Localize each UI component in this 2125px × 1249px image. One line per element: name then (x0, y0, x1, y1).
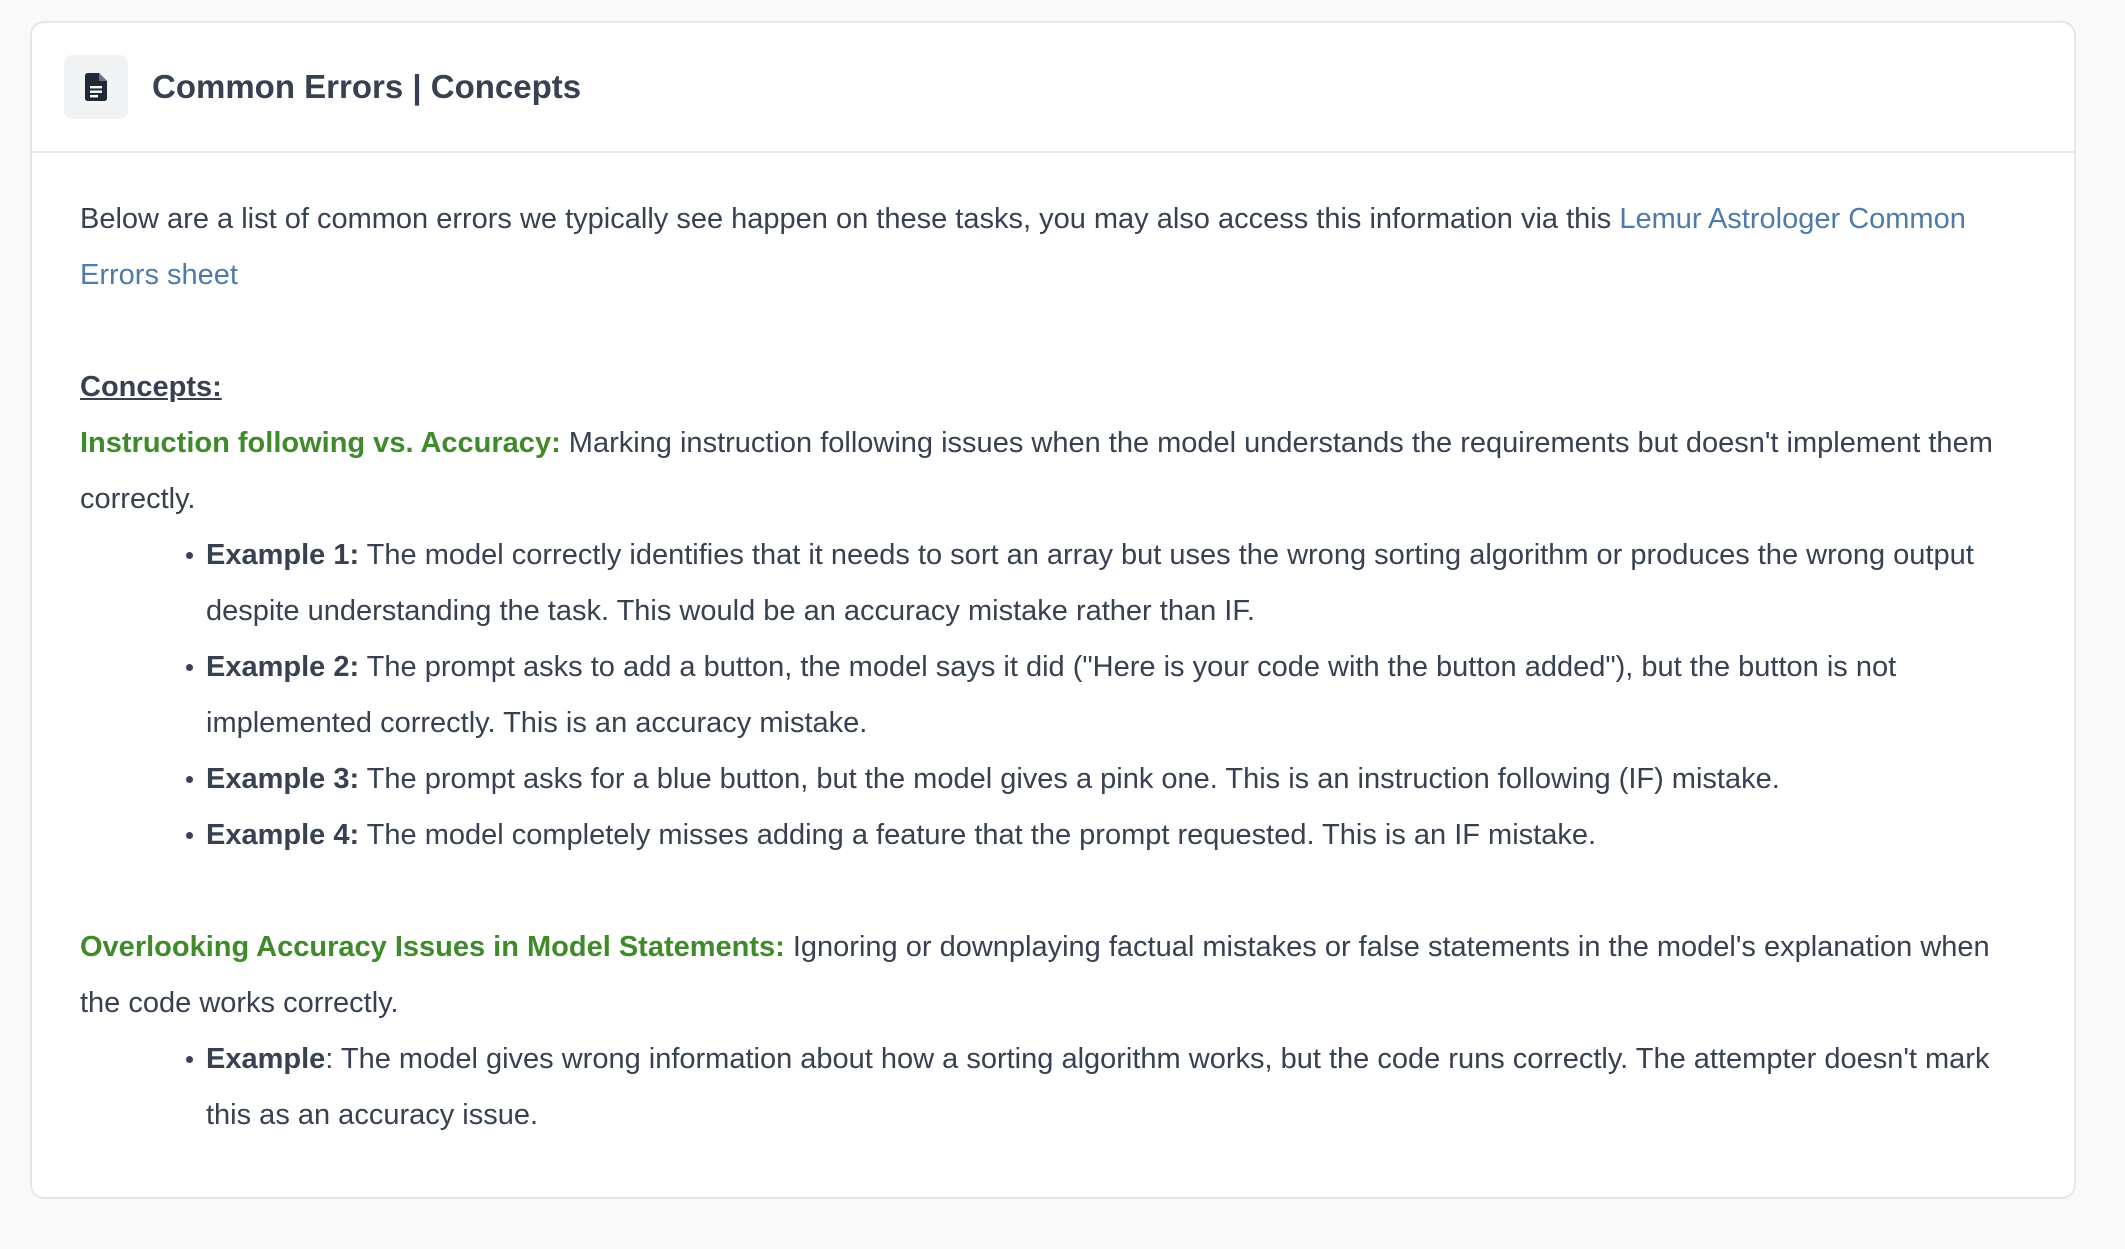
example-label: Example (206, 1043, 326, 1075)
page-title: Common Errors | Concepts (152, 68, 582, 105)
list-item: Example: The model gives wrong informati… (186, 1031, 2024, 1143)
example-label: Example 2: (206, 651, 360, 683)
list-item: Example 4: The model completely misses a… (186, 807, 2024, 863)
content-card: Common Errors | Concepts Below are a lis… (30, 21, 2076, 1199)
concepts-heading: Concepts: (80, 359, 2024, 415)
example-label: Example 1: (206, 539, 360, 571)
example-text: The prompt asks for a blue button, but t… (359, 763, 1780, 795)
example-label: Example 3: (206, 763, 360, 795)
card-body: Below are a list of common errors we typ… (32, 153, 2074, 1143)
section-title: Instruction following vs. Accuracy: (80, 427, 561, 459)
examples-list: Example 1: The model correctly identifie… (80, 527, 2024, 863)
list-item: Example 1: The model correctly identifie… (186, 527, 2024, 639)
example-text: The prompt asks to add a button, the mod… (206, 651, 1897, 739)
document-icon (64, 55, 128, 119)
concepts-heading-text: Concepts: (80, 371, 222, 403)
intro-text: Below are a list of common errors we typ… (80, 203, 1620, 235)
card-header: Common Errors | Concepts (32, 23, 2074, 153)
example-label: Example 4: (206, 819, 360, 851)
list-item: Example 3: The prompt asks for a blue bu… (186, 751, 2024, 807)
list-item: Example 2: The prompt asks to add a butt… (186, 639, 2024, 751)
examples-list: Example: The model gives wrong informati… (80, 1031, 2024, 1143)
intro-paragraph: Below are a list of common errors we typ… (80, 191, 2024, 303)
section-overlooking-accuracy: Overlooking Accuracy Issues in Model Sta… (80, 919, 2024, 1031)
document-icon-svg (85, 73, 107, 101)
example-text: The model completely misses adding a fea… (359, 819, 1597, 851)
example-text: : The model gives wrong information abou… (206, 1043, 1990, 1131)
section-instruction-following: Instruction following vs. Accuracy: Mark… (80, 415, 2024, 527)
example-text: The model correctly identifies that it n… (206, 539, 1974, 627)
section-title: Overlooking Accuracy Issues in Model Sta… (80, 931, 785, 963)
